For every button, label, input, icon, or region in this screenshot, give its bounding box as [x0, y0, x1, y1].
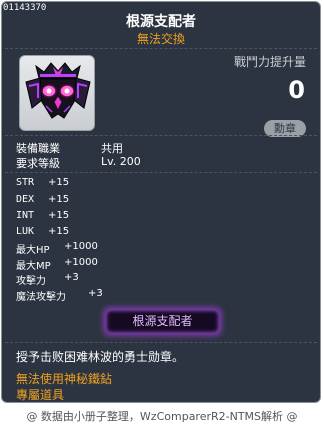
item-icon-frame [19, 55, 95, 131]
stat-value-attack: +3 [64, 272, 79, 283]
dark-crown-medal-icon [25, 62, 91, 119]
stat-name-luk: LUK [16, 226, 35, 237]
divider [5, 172, 317, 173]
item-title: 根源支配者 [126, 14, 196, 30]
footer-credit: @ 数据由小册子整理，WzComparerR2-NTMS解析 @ [26, 410, 298, 423]
stat-name-max-mp: 最大MP [16, 261, 51, 272]
divider [5, 48, 317, 49]
stat-value-max-hp: +1000 [64, 241, 98, 252]
stat-value-luk: +15 [48, 226, 70, 237]
item-description: 授予击败困难林波的勇士勋章。 [16, 350, 185, 364]
divider [5, 135, 317, 136]
stat-name-max-hp: 最大HP [16, 245, 50, 256]
anvil-restriction-note: 無法使用神秘鐵鉆 [16, 372, 113, 386]
job-requirement-label: 裝備職業 [16, 142, 60, 155]
stat-name-dex: DEX [16, 194, 35, 205]
exclusive-item-note: 專屬道具 [16, 388, 65, 402]
stat-value-magic-attack: +3 [88, 288, 103, 299]
trade-restriction: 無法交換 [136, 32, 185, 46]
power-increase-label: 戰鬥力提升量 [233, 55, 306, 69]
medal-name-plate: 根源支配者 [106, 310, 219, 333]
stat-value-int: +15 [48, 210, 70, 221]
stat-name-magic-attack: 魔法攻擊力 [16, 292, 66, 303]
job-requirement-value: 共用 [101, 142, 123, 155]
stat-name-attack: 攻擊力 [16, 276, 46, 287]
divider [5, 342, 317, 343]
level-requirement-value: Lv. 200 [101, 155, 141, 168]
stat-value-str: +15 [48, 177, 70, 188]
item-tooltip: 01143370 根源支配者 無法交換 戰鬥力提升量 0 勳章 裝備職業 共用 … [1, 1, 321, 403]
stat-name-int: INT [16, 210, 35, 221]
stat-value-dex: +15 [48, 194, 70, 205]
stat-name-str: STR [16, 177, 35, 188]
level-requirement-label: 要求等級 [16, 157, 60, 170]
stat-value-max-mp: +1000 [64, 257, 98, 268]
power-increase-value: 0 [288, 76, 305, 104]
